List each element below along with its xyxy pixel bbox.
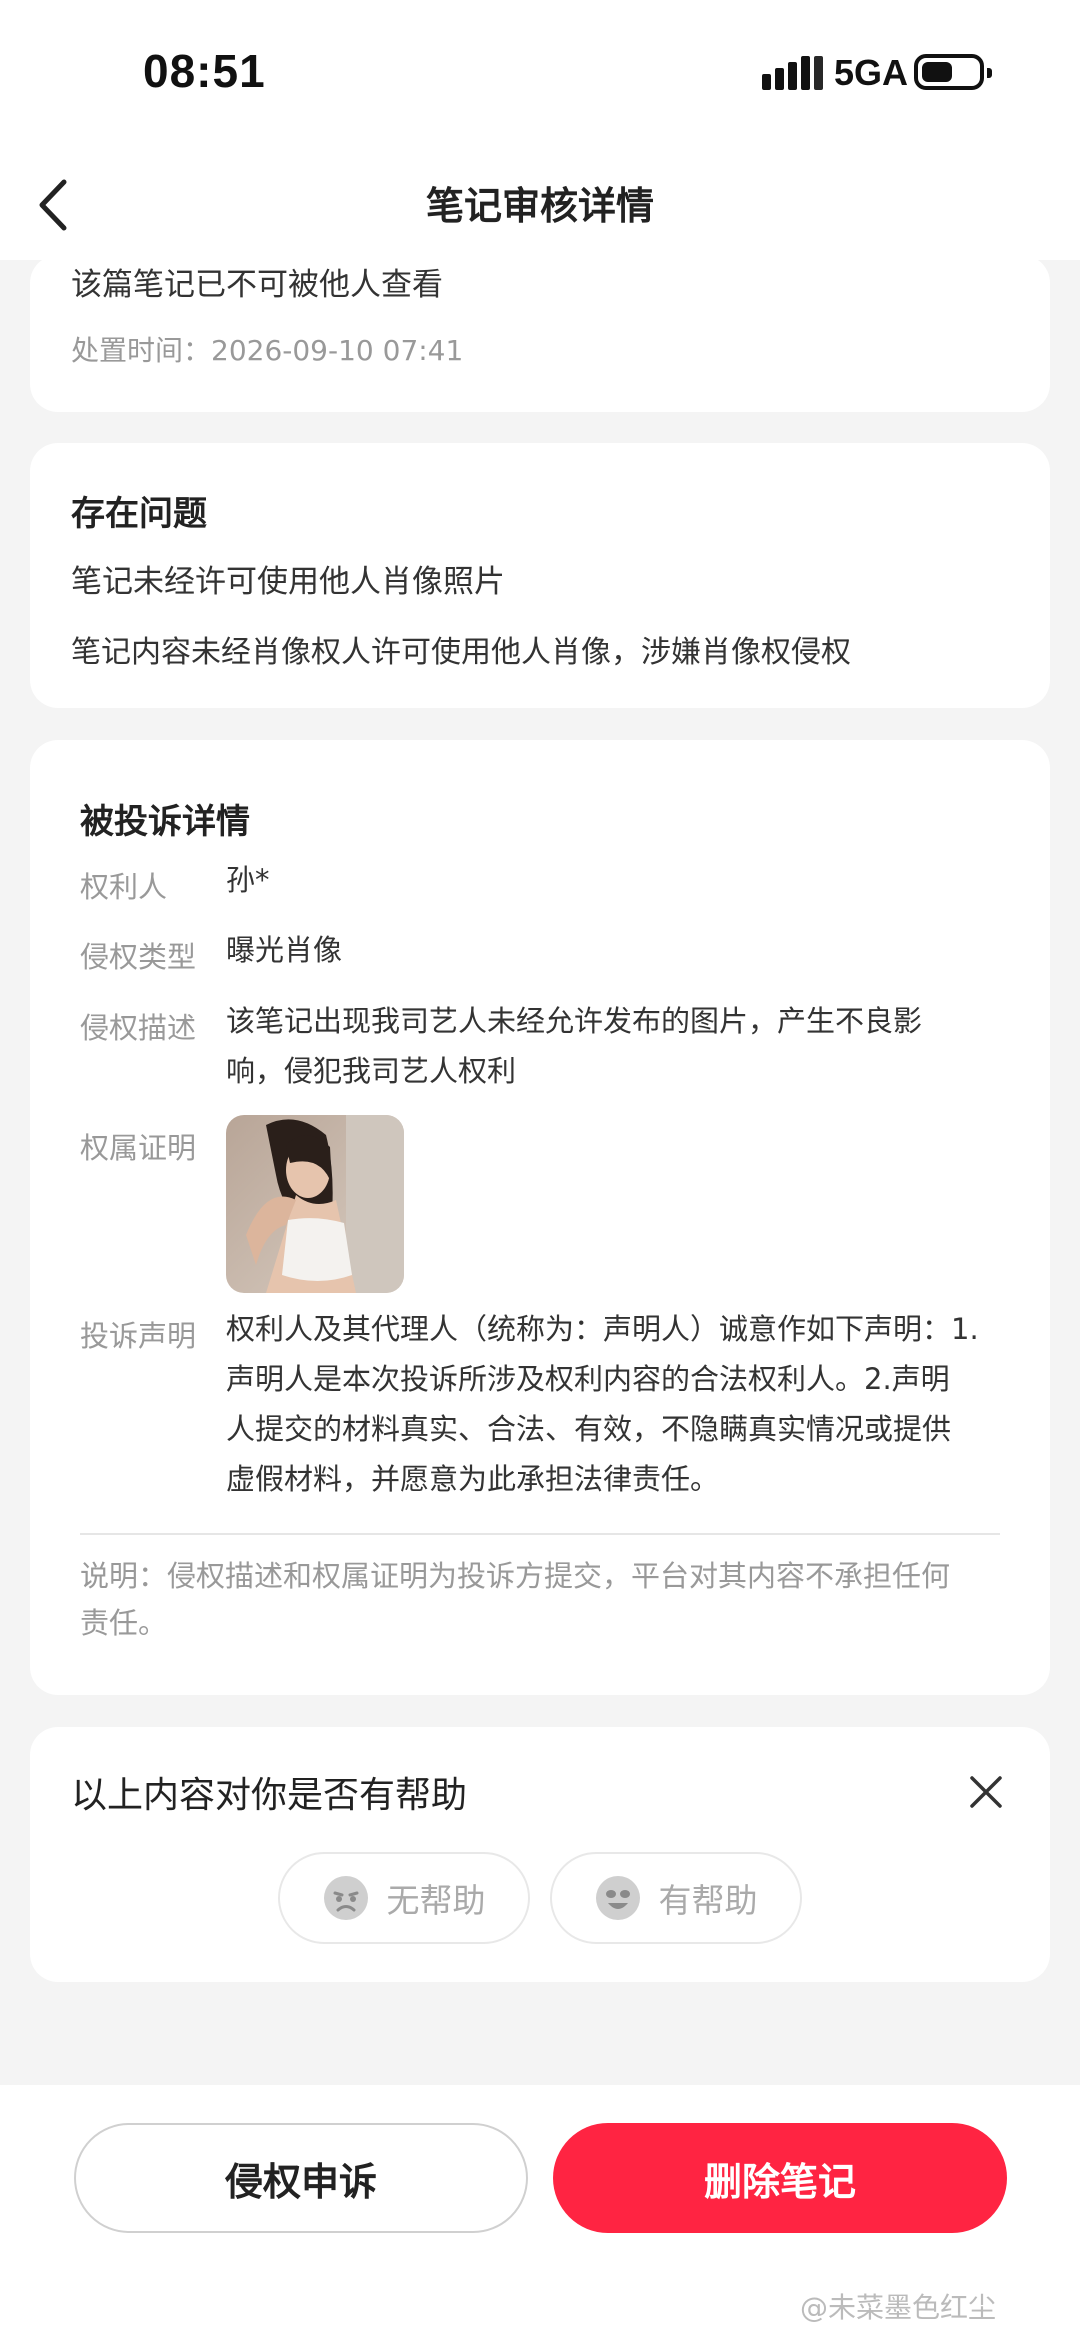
infringement-desc-label: 侵权描述 [80, 1011, 197, 1045]
infringement-desc-value: 该笔记出现我司艺人未经允许发布的图片，产生不良影 响，侵犯我司艺人权利 [226, 1004, 923, 1088]
problem-heading: 存在问题 [71, 494, 207, 534]
happy-face-icon [595, 1876, 640, 1920]
complaint-card [30, 740, 1050, 1695]
feedback-question: 以上内容对你是否有帮助 [71, 1775, 468, 1816]
infringement-type-label: 侵权类型 [80, 940, 197, 974]
appeal-button[interactable]: 侵权申诉 [74, 2123, 528, 2233]
page-title: 笔记审核详情 [425, 184, 654, 228]
status-message: 该篇笔记已不可被他人查看 [71, 267, 443, 303]
delete-note-button[interactable]: 删除笔记 [553, 2123, 1007, 2233]
problem-description: 笔记内容未经肖像权人许可使用他人肖像，涉嫌肖像权侵权 [71, 635, 851, 670]
portrait-photo [226, 1115, 404, 1293]
statement-value: 权利人及其代理人（统称为：声明人）诚意作如下声明：1. 声明人是本次投诉所涉及权… [226, 1312, 979, 1496]
network-type: 5GA [834, 52, 909, 93]
complaint-heading: 被投诉详情 [80, 802, 250, 842]
no-help-button[interactable]: 无帮助 [278, 1852, 530, 1944]
signal-icon [762, 56, 823, 90]
helpful-button[interactable]: 有帮助 [550, 1852, 802, 1944]
problem-issue: 笔记未经许可使用他人肖像照片 [71, 564, 505, 600]
battery-icon [914, 54, 992, 90]
no-help-label: 无帮助 [386, 1881, 486, 1920]
sad-face-icon [323, 1876, 368, 1920]
proof-image[interactable] [226, 1115, 404, 1293]
watermark: @未菜墨色红尘 [800, 2291, 997, 2324]
proof-label: 权属证明 [80, 1131, 197, 1165]
handled-time: 处置时间：2026-09-10 07:41 [71, 334, 464, 367]
helpful-label: 有帮助 [658, 1881, 758, 1920]
statement-label: 投诉声明 [80, 1319, 197, 1353]
disclaimer-note: 说明：侵权描述和权属证明为投诉方提交，平台对其内容不承担任何 责任。 [80, 1559, 951, 1640]
status-time: 08:51 [143, 45, 266, 97]
close-feedback-button[interactable] [962, 1768, 1010, 1816]
divider [80, 1533, 1000, 1535]
infringement-type-value: 曝光肖像 [226, 933, 343, 967]
rights-holder-label: 权利人 [80, 870, 168, 904]
close-icon [970, 1776, 1002, 1808]
rights-holder-value: 孙* [226, 863, 270, 897]
